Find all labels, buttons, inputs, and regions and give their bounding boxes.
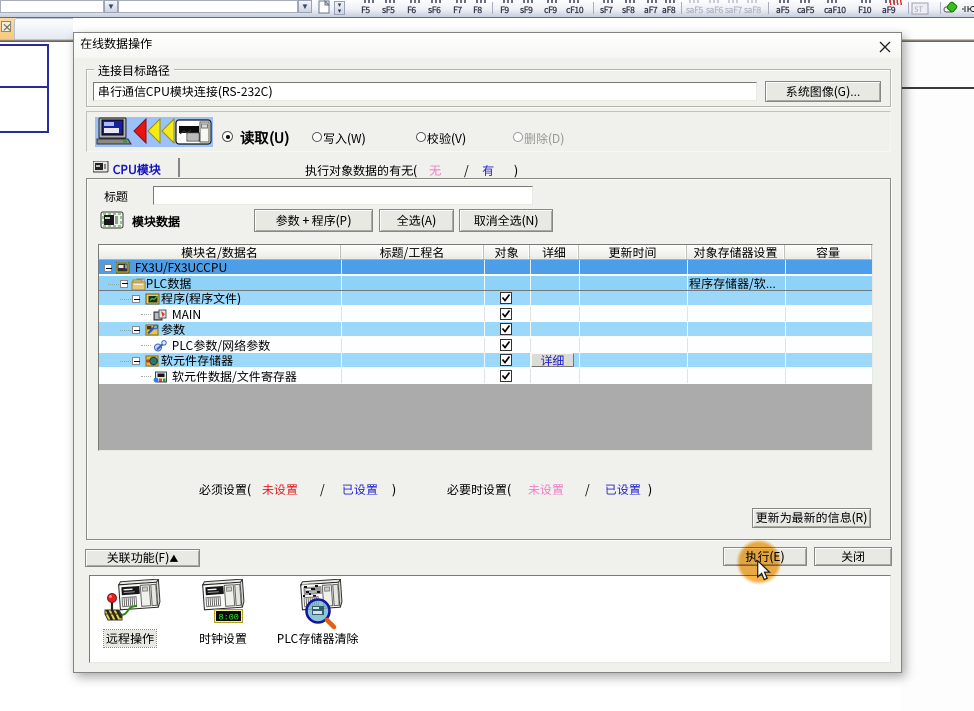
svg-text:ST: ST xyxy=(915,5,924,15)
svg-text:8:00: 8:00 xyxy=(219,613,239,623)
